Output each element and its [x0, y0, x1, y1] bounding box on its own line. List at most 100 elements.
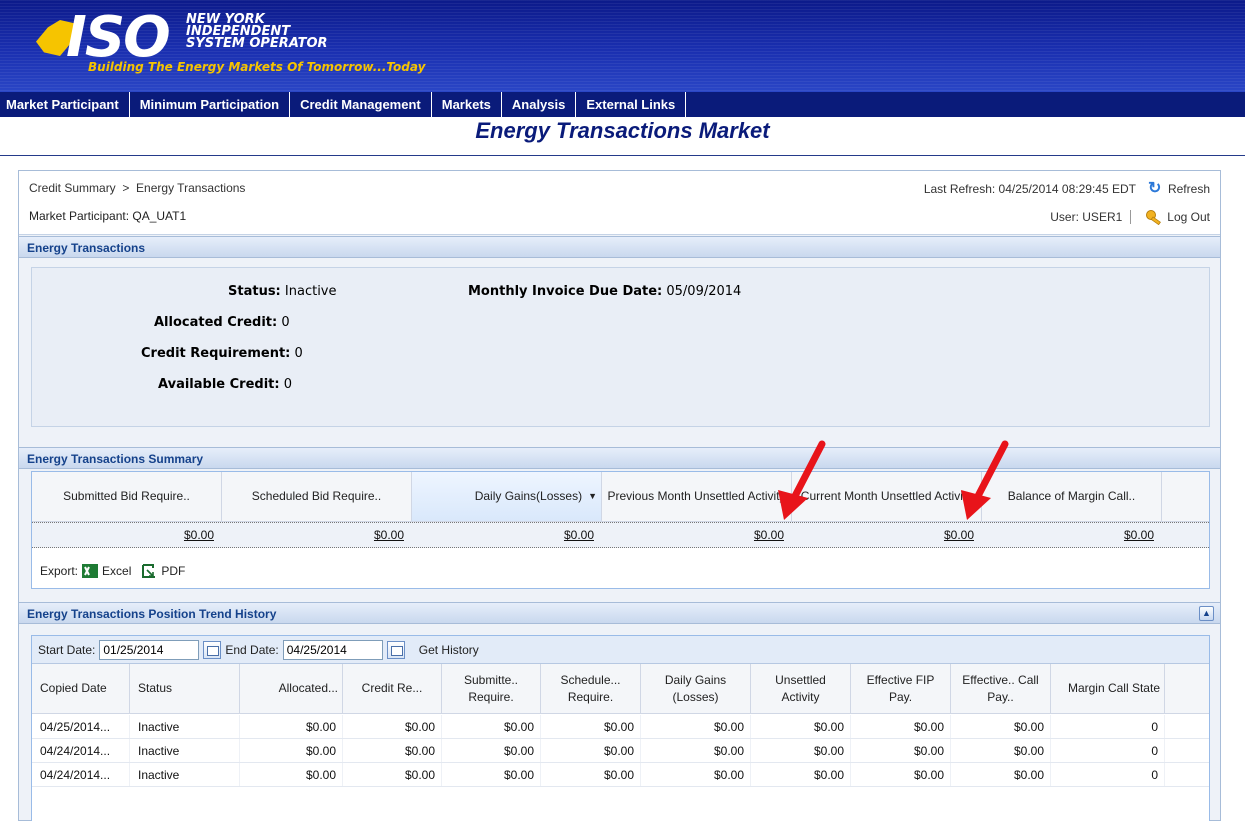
cell-credit-requirement: $0.00 — [343, 715, 442, 738]
export-bar: Export: Excel PDF — [40, 564, 185, 578]
excel-icon[interactable] — [82, 564, 99, 578]
energy-transactions-title: Energy Transactions — [27, 241, 146, 255]
status-field: Status: Inactive — [228, 284, 337, 299]
col-credit-requirement[interactable]: Credit Re... — [343, 664, 442, 713]
cell-effective-call: $0.00 — [951, 739, 1051, 762]
sort-dropdown-icon[interactable]: ▼ — [588, 488, 597, 505]
credit-requirement-value: 0 — [294, 346, 303, 361]
cell-unsettled: $0.00 — [751, 715, 851, 738]
col-submitted-requirement[interactable]: Submitte.. Require. — [442, 664, 541, 713]
energy-transactions-details: Status: Inactive Allocated Credit: 0 Cre… — [31, 267, 1210, 427]
context-bar: Credit Summary > Energy Transactions Mar… — [19, 171, 1220, 235]
cell-unsettled: $0.00 — [751, 739, 851, 762]
cell-margin-call-state: 0 — [1051, 763, 1165, 786]
collapse-icon[interactable]: ▲ — [1199, 606, 1214, 621]
iso-logo: ISO — [66, 5, 171, 70]
end-date-label: End Date: — [225, 642, 279, 657]
refresh-link[interactable]: Refresh — [1168, 182, 1210, 196]
table-row[interactable]: 04/24/2014... Inactive $0.00 $0.00 $0.00… — [32, 763, 1209, 787]
last-refresh-text: Last Refresh: 04/25/2014 08:29:45 EDT — [923, 182, 1136, 196]
nav-external-links[interactable]: External Links — [576, 92, 687, 117]
status-label: Status: — [228, 284, 281, 299]
logo-line-3: SYSTEM OPERATOR — [186, 36, 328, 51]
breadcrumb-credit-summary[interactable]: Credit Summary — [29, 181, 116, 195]
annotation-arrow-current-month — [961, 440, 1009, 520]
available-credit-field: Available Credit: 0 — [158, 377, 292, 392]
summary-value-current-month[interactable]: $0.00 — [792, 523, 982, 547]
cell-scheduled: $0.00 — [541, 763, 641, 786]
summary-value-scheduled[interactable]: $0.00 — [222, 523, 412, 547]
summary-value-previous-month[interactable]: $0.00 — [602, 523, 792, 547]
allocated-credit-field: Allocated Credit: 0 — [154, 315, 290, 330]
col-scheduled-requirement[interactable]: Schedule... Require. — [541, 664, 641, 713]
start-date-calendar-icon[interactable] — [203, 640, 222, 659]
main-nav: Market Participant Minimum Participation… — [0, 92, 1245, 117]
export-excel-link[interactable]: Excel — [102, 564, 131, 578]
available-credit-label: Available Credit: — [158, 377, 280, 392]
summary-grid: Submitted Bid Require.. Scheduled Bid Re… — [31, 471, 1210, 589]
nav-minimum-participation[interactable]: Minimum Participation — [130, 92, 291, 117]
annotation-arrow-previous-month — [778, 440, 826, 520]
nav-markets[interactable]: Markets — [432, 92, 502, 117]
cell-effective-call: $0.00 — [951, 715, 1051, 738]
col-scheduled-bid[interactable]: Scheduled Bid Require.. — [222, 472, 412, 521]
history-title: Energy Transactions Position Trend Histo… — [27, 607, 277, 621]
cell-status: Inactive — [130, 739, 240, 762]
cell-allocated: $0.00 — [240, 715, 343, 738]
cell-unsettled: $0.00 — [751, 763, 851, 786]
col-status[interactable]: Status — [130, 664, 240, 713]
col-previous-month[interactable]: Previous Month Unsettled Activity — [602, 472, 792, 521]
breadcrumb-current: Energy Transactions — [136, 181, 246, 195]
get-history-button[interactable]: Get History — [419, 643, 479, 657]
nav-market-participant[interactable]: Market Participant — [0, 92, 130, 117]
refresh-area: Last Refresh: 04/25/2014 08:29:45 EDT ↻ … — [924, 181, 1210, 197]
cell-margin-call-state: 0 — [1051, 739, 1165, 762]
col-effective-fip-pay[interactable]: Effective FIP Pay. — [851, 664, 951, 713]
allocated-credit-label: Allocated Credit: — [154, 315, 278, 330]
logout-link[interactable]: Log Out — [1167, 210, 1210, 224]
col-margin-call-state[interactable]: Margin Call State — [1051, 664, 1165, 713]
summary-row: $0.00 $0.00 $0.00 $0.00 $0.00 $0.00 — [32, 522, 1209, 548]
breadcrumb-separator: > — [122, 181, 130, 195]
summary-grid-header: Submitted Bid Require.. Scheduled Bid Re… — [32, 472, 1209, 522]
cell-copied-date: 04/24/2014... — [32, 763, 130, 786]
credit-requirement-label: Credit Requirement: — [141, 346, 291, 361]
logo-text: NEW YORK INDEPENDENT SYSTEM OPERATOR — [186, 13, 328, 51]
summary-value-daily-gains[interactable]: $0.00 — [412, 523, 602, 547]
export-pdf-link[interactable]: PDF — [161, 564, 185, 578]
user-separator — [1130, 210, 1132, 224]
summary-value-submitted[interactable]: $0.00 — [32, 523, 222, 547]
cell-effective-fip: $0.00 — [851, 739, 951, 762]
key-icon[interactable] — [1145, 209, 1163, 225]
col-daily-gains-losses[interactable]: Daily Gains (Losses) — [641, 664, 751, 713]
col-effective-call-pay[interactable]: Effective.. Call Pay.. — [951, 664, 1051, 713]
cell-submitted: $0.00 — [442, 715, 541, 738]
table-row[interactable]: 04/24/2014... Inactive $0.00 $0.00 $0.00… — [32, 739, 1209, 763]
nav-credit-management[interactable]: Credit Management — [290, 92, 432, 117]
start-date-input[interactable] — [99, 639, 200, 660]
invoice-due-value: 05/09/2014 — [666, 284, 742, 299]
user-label: User: USER1 — [1050, 210, 1123, 224]
nav-analysis[interactable]: Analysis — [502, 92, 577, 117]
cell-copied-date: 04/25/2014... — [32, 715, 130, 738]
end-date-calendar-icon[interactable] — [386, 640, 405, 659]
available-credit-value: 0 — [283, 377, 292, 392]
col-submitted-bid[interactable]: Submitted Bid Require.. — [32, 472, 222, 521]
end-date-input[interactable] — [282, 639, 383, 660]
pdf-icon[interactable] — [141, 564, 157, 578]
table-row[interactable]: 04/25/2014... Inactive $0.00 $0.00 $0.00… — [32, 715, 1209, 739]
cell-submitted: $0.00 — [442, 739, 541, 762]
cell-submitted: $0.00 — [442, 763, 541, 786]
cell-effective-fip: $0.00 — [851, 715, 951, 738]
col-allocated[interactable]: Allocated... — [240, 664, 343, 713]
export-label: Export: — [40, 564, 79, 578]
summary-value-balance[interactable]: $0.00 — [982, 523, 1162, 547]
history-filter-bar: Start Date: End Date: Get History — [32, 636, 1209, 664]
refresh-icon[interactable]: ↻ — [1148, 181, 1164, 197]
col-copied-date[interactable]: Copied Date — [32, 664, 130, 713]
col-unsettled-activity[interactable]: Unsettled Activity — [751, 664, 851, 713]
start-date-label: Start Date: — [38, 642, 96, 657]
cell-scheduled: $0.00 — [541, 715, 641, 738]
cell-allocated: $0.00 — [240, 763, 343, 786]
col-daily-gains[interactable]: Daily Gains(Losses) ▼ — [412, 472, 602, 521]
